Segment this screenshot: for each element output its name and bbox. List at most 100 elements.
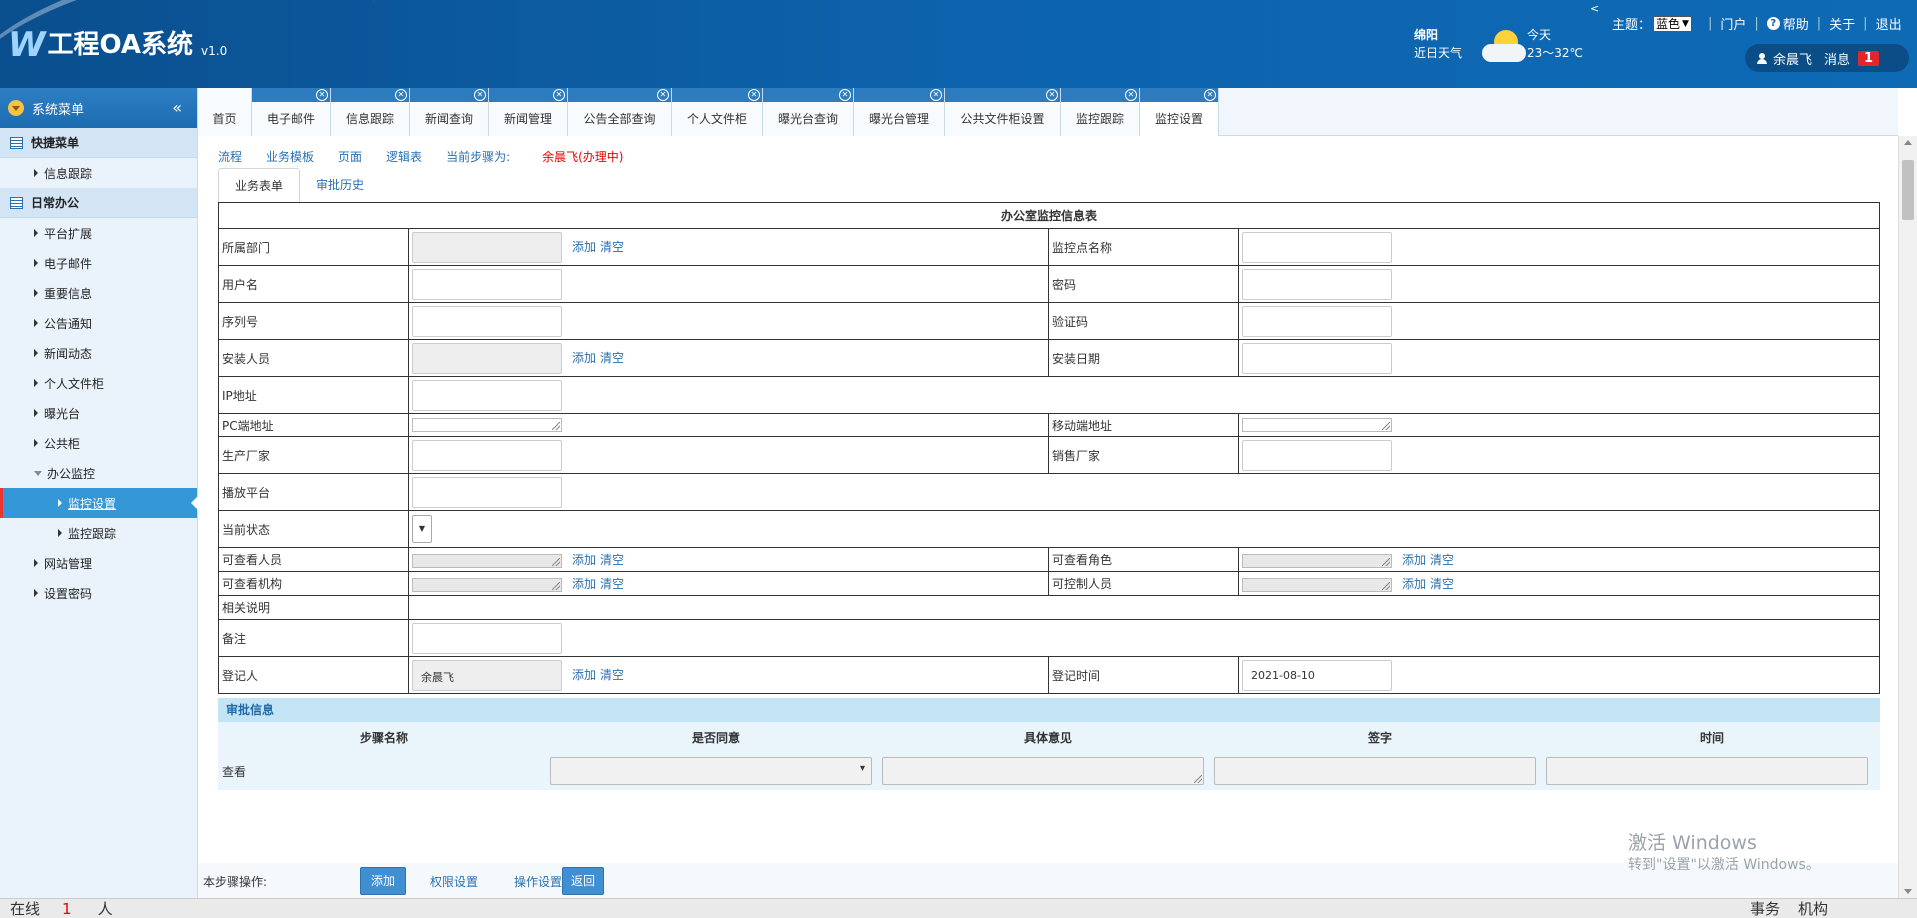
close-icon[interactable]: ✕ — [553, 89, 565, 101]
orgs-textarea[interactable] — [412, 577, 562, 592]
reg-user-clear-link[interactable]: 清空 — [600, 668, 624, 682]
tab-business-form[interactable]: 业务表单 — [218, 168, 301, 202]
theme-select[interactable]: 蓝色 ▼ — [1653, 15, 1692, 32]
affairs-link[interactable]: 事务 — [1750, 898, 1780, 918]
controllers-clear-link[interactable]: 清空 — [1430, 577, 1454, 591]
time-input[interactable] — [1546, 757, 1868, 785]
tab-home[interactable]: 首页 — [198, 88, 252, 136]
sidebar-item-notice[interactable]: 公告通知 — [0, 308, 197, 338]
permission-settings-link[interactable]: 权限设置 — [430, 873, 478, 890]
close-icon[interactable]: ✕ — [748, 89, 760, 101]
sidebar-item-news[interactable]: 新闻动态 — [0, 338, 197, 368]
ip-input[interactable] — [412, 379, 562, 411]
tab-info-tracking[interactable]: ✕ 信息跟踪 — [331, 88, 410, 136]
viewers-clear-link[interactable]: 清空 — [600, 553, 624, 567]
roles-clear-link[interactable]: 清空 — [1430, 553, 1454, 567]
remark-input[interactable] — [412, 622, 562, 654]
username-input[interactable] — [412, 268, 562, 300]
maker-input[interactable] — [412, 439, 562, 471]
close-icon[interactable]: ✕ — [1046, 89, 1058, 101]
page-link[interactable]: 页面 — [338, 148, 362, 165]
point-input[interactable] — [1242, 231, 1392, 263]
close-icon[interactable]: ✕ — [1204, 89, 1216, 101]
pc-textarea[interactable] — [412, 418, 562, 433]
org-link[interactable]: 机构 — [1798, 898, 1828, 918]
help-icon[interactable]: ? — [1766, 17, 1780, 30]
message-count-badge[interactable]: 1 — [1858, 50, 1880, 66]
tab-exposure-manage[interactable]: ✕ 曝光台管理 — [854, 88, 945, 136]
viewers-add-link[interactable]: 添加 — [572, 553, 596, 567]
logout-link[interactable]: 退出 — [1876, 14, 1902, 33]
tab-monitor-tracking[interactable]: ✕ 监控跟踪 — [1061, 88, 1140, 136]
roles-textarea[interactable] — [1242, 553, 1392, 568]
tab-monitor-settings[interactable]: ✕ 监控设置 — [1140, 88, 1219, 136]
reg-time-input[interactable]: 2021-08-10 — [1242, 659, 1392, 691]
mobile-textarea[interactable] — [1242, 418, 1392, 433]
close-icon[interactable]: ✕ — [657, 89, 669, 101]
user-name[interactable]: 余晨飞 — [1773, 49, 1812, 68]
controllers-add-link[interactable]: 添加 — [1402, 577, 1426, 591]
sidebar-item-public-cabinet[interactable]: 公共柜 — [0, 428, 197, 458]
code-input[interactable] — [1242, 305, 1392, 337]
roles-add-link[interactable]: 添加 — [1402, 553, 1426, 567]
sidebar-item-important[interactable]: 重要信息 — [0, 278, 197, 308]
sidebar-section-daily[interactable]: 日常办公 — [0, 188, 197, 218]
flow-link[interactable]: 流程 — [218, 148, 242, 165]
opinion-textarea[interactable] — [882, 757, 1204, 785]
close-icon[interactable]: ✕ — [930, 89, 942, 101]
page-scrollbar[interactable] — [1898, 136, 1917, 898]
close-icon[interactable]: ✕ — [474, 89, 486, 101]
add-button[interactable]: 添加 — [360, 867, 407, 895]
reg-user-add-link[interactable]: 添加 — [572, 668, 596, 682]
sidebar-item-quick-tracking[interactable]: 信息跟踪 — [0, 158, 197, 188]
state-select[interactable]: ▼ — [412, 515, 432, 543]
sidebar-item-monitor-tracking[interactable]: 监控跟踪 — [0, 518, 197, 548]
help-link[interactable]: 帮助 — [1783, 14, 1809, 33]
tab-news-manage[interactable]: ✕ 新闻管理 — [489, 88, 568, 136]
double-chevron-left-icon[interactable]: ‹‹ — [172, 98, 182, 117]
sidebar-item-personal-files[interactable]: 个人文件柜 — [0, 368, 197, 398]
tab-email[interactable]: ✕ 电子邮件 — [252, 88, 331, 136]
dept-input[interactable] — [412, 231, 562, 263]
about-link[interactable]: 关于 — [1829, 14, 1855, 33]
platform-input[interactable] — [412, 476, 562, 508]
seller-input[interactable] — [1242, 439, 1392, 471]
sidebar-section-quick[interactable]: 快捷菜单 — [0, 128, 197, 158]
reg-user-input[interactable]: 余晨飞 — [412, 659, 562, 691]
scroll-thumb[interactable] — [1902, 160, 1914, 220]
close-icon[interactable]: ✕ — [839, 89, 851, 101]
orgs-clear-link[interactable]: 清空 — [600, 577, 624, 591]
dept-clear-link[interactable]: 清空 — [600, 240, 624, 254]
close-icon[interactable]: ✕ — [395, 89, 407, 101]
sidebar-item-email[interactable]: 电子邮件 — [0, 248, 197, 278]
tab-news-query[interactable]: ✕ 新闻查询 — [410, 88, 489, 136]
menu-toggle-icon[interactable] — [8, 100, 24, 116]
installer-add-link[interactable]: 添加 — [572, 351, 596, 365]
sidebar-item-website[interactable]: 网站管理 — [0, 548, 197, 578]
password-input[interactable] — [1242, 268, 1392, 300]
agree-select[interactable] — [550, 757, 872, 785]
controllers-textarea[interactable] — [1242, 577, 1392, 592]
install-date-input[interactable] — [1242, 342, 1392, 374]
installer-clear-link[interactable]: 清空 — [600, 351, 624, 365]
sign-input[interactable] — [1214, 757, 1536, 785]
corner-collapse-icon[interactable]: < — [1590, 2, 1599, 15]
sidebar-item-platform[interactable]: 平台扩展 — [0, 218, 197, 248]
tab-approval-history[interactable]: 审批历史 — [300, 168, 380, 202]
template-link[interactable]: 业务模板 — [266, 148, 314, 165]
sidebar-item-monitor-settings[interactable]: 监控设置 — [0, 488, 198, 518]
serial-input[interactable] — [412, 305, 562, 337]
operation-settings-link[interactable]: 操作设置 — [514, 873, 562, 890]
tab-notice-query[interactable]: ✕ 公告全部查询 — [568, 88, 672, 136]
scroll-down-icon[interactable] — [1904, 889, 1912, 894]
portal-link[interactable]: 门户 — [1720, 14, 1746, 33]
sidebar-item-exposure[interactable]: 曝光台 — [0, 398, 197, 428]
back-button[interactable]: 返回 — [562, 867, 605, 895]
dept-add-link[interactable]: 添加 — [572, 240, 596, 254]
sidebar-item-password[interactable]: 设置密码 — [0, 578, 197, 608]
logic-link[interactable]: 逻辑表 — [386, 148, 422, 165]
tab-personal-files[interactable]: ✕ 个人文件柜 — [672, 88, 763, 136]
message-link[interactable]: 消息 — [1824, 49, 1850, 68]
tab-public-files[interactable]: ✕ 公共文件柜设置 — [945, 88, 1061, 136]
sidebar-item-office-monitor[interactable]: 办公监控 — [0, 458, 197, 488]
